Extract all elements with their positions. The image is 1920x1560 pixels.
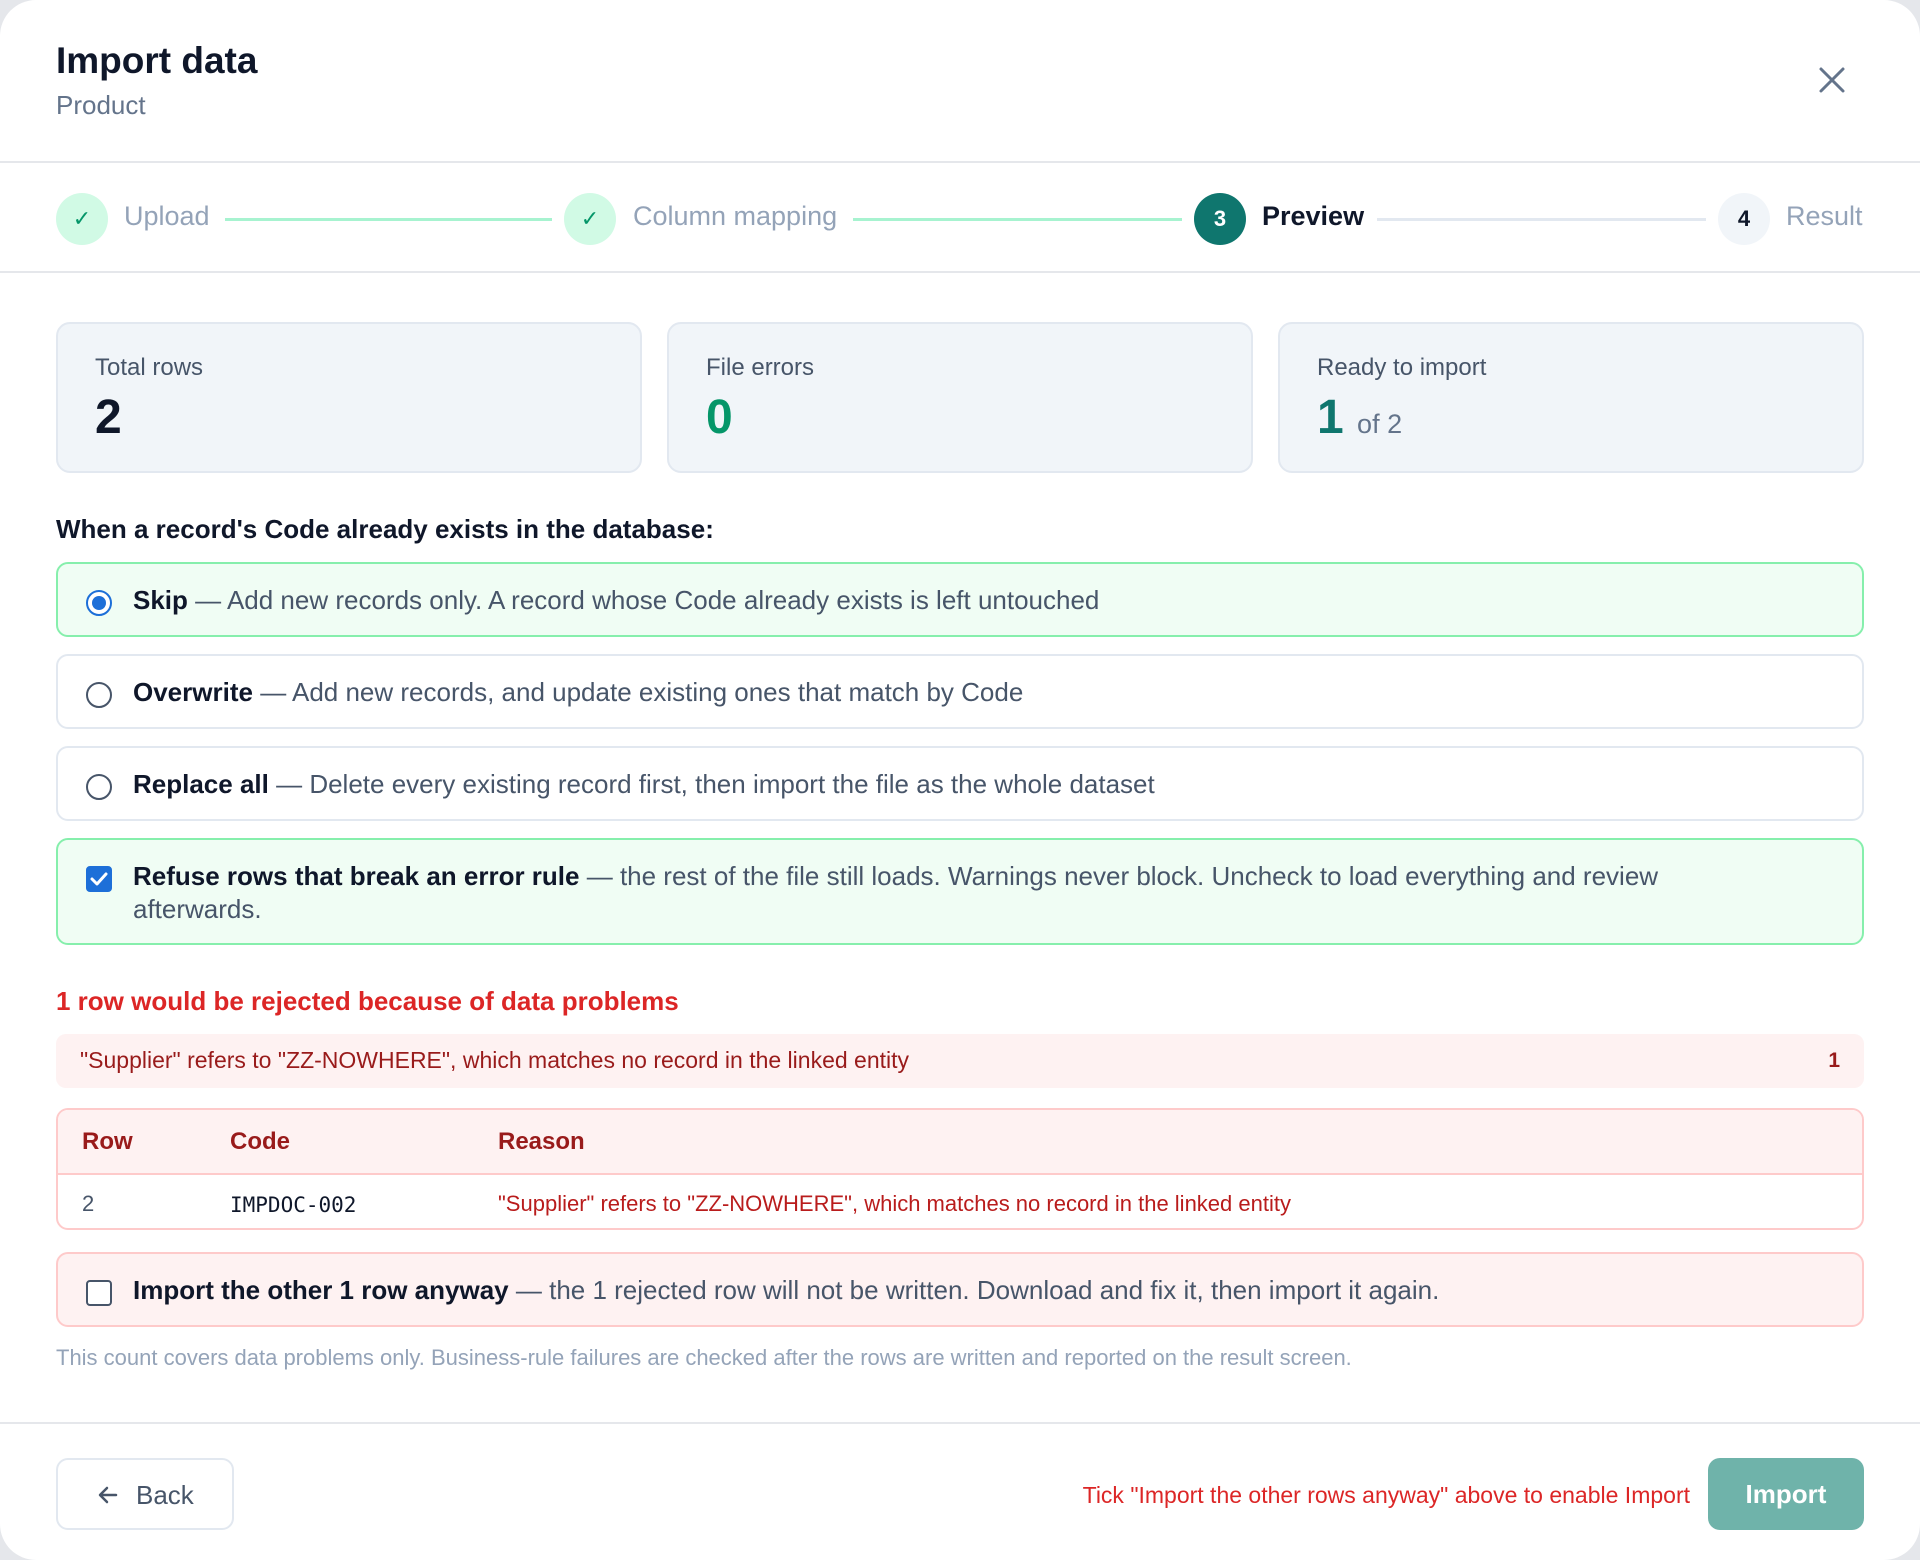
duplicate-policy-question: When a record's Code already exists in t… (56, 514, 714, 544)
step-result-label: Result (1786, 201, 1863, 231)
option-desc: — Add new records, and update existing o… (260, 677, 1024, 707)
step-preview-number: 3 (1194, 193, 1246, 245)
option-desc: — the 1 rejected row will not be written… (515, 1275, 1440, 1305)
close-icon (1819, 67, 1845, 93)
stat-file-errors: File errors 0 (667, 322, 1253, 473)
step-mapping-label: Column mapping (633, 201, 838, 231)
option-title: Replace all (133, 769, 269, 799)
refuse-rows-checkbox[interactable] (86, 866, 112, 892)
import-button[interactable]: Import (1708, 1458, 1864, 1530)
option-title: Refuse rows that break an error rule (133, 861, 580, 891)
step-connector (225, 218, 552, 221)
ready-total: of 2 (1357, 409, 1403, 439)
import-dialog: Import data Product ✓ Upload ✓ Column ma… (0, 0, 1920, 1560)
rejection-table: Row Code Reason 2 IMPDOC-002 "Supplier" … (56, 1108, 1864, 1230)
stat-value: 0 (706, 391, 733, 444)
close-button[interactable] (1808, 56, 1856, 104)
option-overwrite[interactable]: Overwrite — Add new records, and update … (56, 654, 1864, 729)
back-button[interactable]: Back (56, 1458, 234, 1530)
column-header-reason: Reason (498, 1128, 585, 1155)
option-refuse-rows[interactable]: Refuse rows that break an error rule — t… (56, 838, 1864, 945)
stat-total-rows: Total rows 2 (56, 322, 642, 473)
check-icon (90, 872, 108, 886)
step-connector (853, 218, 1182, 221)
import-anyway-checkbox[interactable] (86, 1280, 112, 1306)
data-problems-note: This count covers data problems only. Bu… (56, 1345, 1352, 1370)
radio-replace-all[interactable] (86, 774, 112, 800)
stat-ready-to-import: Ready to import 1 of 2 (1278, 322, 1864, 473)
column-header-row: Row (82, 1128, 133, 1155)
cell-reason: "Supplier" refers to "ZZ-NOWHERE", which… (498, 1191, 1291, 1216)
stat-value: 2 (95, 391, 122, 444)
step-connector (1377, 218, 1706, 221)
cell-row: 2 (82, 1191, 95, 1216)
option-title: Skip (133, 585, 188, 615)
import-hint: Tick "Import the other rows anyway" abov… (1082, 1482, 1690, 1508)
option-title: Import the other 1 row anyway (133, 1275, 509, 1305)
step-upload-label: Upload (124, 201, 210, 231)
stat-label: File errors (706, 354, 815, 381)
step-upload-check-icon: ✓ (56, 193, 108, 245)
dialog-subtitle: Product (56, 90, 146, 120)
rejection-heading: 1 row would be rejected because of data … (56, 986, 679, 1016)
dialog-footer: Back Tick "Import the other rows anyway"… (0, 1422, 1920, 1560)
back-label: Back (136, 1480, 194, 1510)
rejection-summary-count: 1 (1828, 1049, 1840, 1072)
option-import-anyway[interactable]: Import the other 1 row anyway — the 1 re… (56, 1252, 1864, 1327)
step-mapping-check-icon: ✓ (564, 193, 616, 245)
rejection-summary-text: "Supplier" refers to "ZZ-NOWHERE", which… (80, 1047, 910, 1073)
option-replace-all[interactable]: Replace all — Delete every existing reco… (56, 746, 1864, 821)
option-desc: — Add new records only. A record whose C… (195, 585, 1100, 615)
radio-overwrite[interactable] (86, 682, 112, 708)
option-desc: — Delete every existing record first, th… (276, 769, 1155, 799)
arrow-left-icon (98, 1486, 118, 1504)
ready-count: 1 (1317, 391, 1344, 444)
column-header-code: Code (230, 1128, 290, 1155)
step-preview-label: Preview (1262, 201, 1365, 231)
rejection-summary: "Supplier" refers to "ZZ-NOWHERE", which… (56, 1034, 1864, 1088)
stat-label: Ready to import (1317, 354, 1487, 381)
radio-skip[interactable] (86, 590, 112, 616)
stat-label: Total rows (95, 354, 204, 381)
stat-value: 1 of 2 (1317, 390, 1402, 445)
dialog-title: Import data (56, 40, 258, 81)
dialog-header: Import data Product (0, 0, 1920, 163)
table-header: Row Code Reason (58, 1110, 1862, 1175)
stepper: ✓ Upload ✓ Column mapping 3 Preview 4 Re… (0, 163, 1920, 273)
option-skip[interactable]: Skip — Add new records only. A record wh… (56, 562, 1864, 637)
option-title: Overwrite (133, 677, 253, 707)
cell-code: IMPDOC-002 (230, 1193, 357, 1217)
step-result-number: 4 (1718, 193, 1770, 245)
